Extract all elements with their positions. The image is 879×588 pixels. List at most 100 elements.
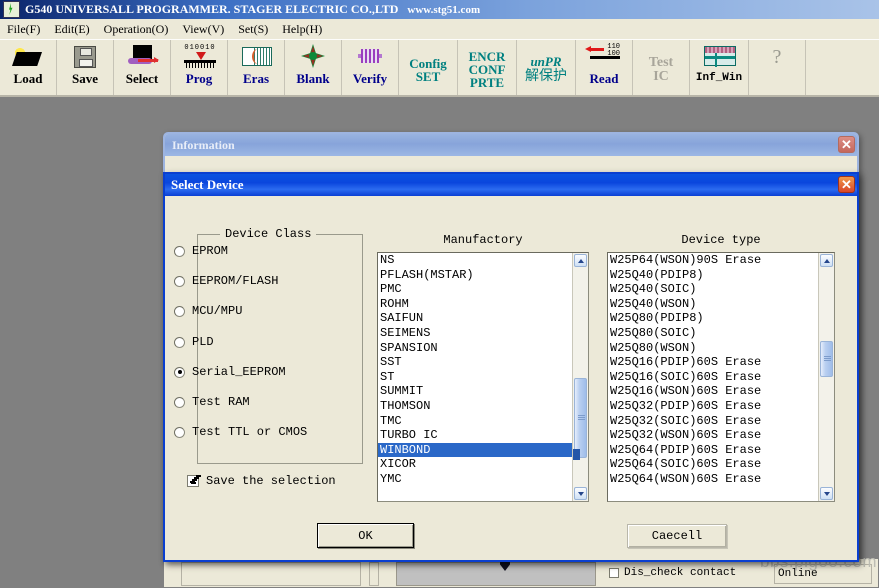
encr-line3: PRTE (469, 75, 505, 90)
radio-pld-indicator[interactable] (174, 336, 185, 348)
device-type-scrollbar[interactable] (818, 253, 834, 501)
radio-eeprom-flash[interactable]: EEPROM/FLASH (174, 274, 278, 288)
question-mark-icon: ? (772, 46, 782, 68)
information-dialog-titlebar[interactable]: Information ✕ (165, 134, 857, 156)
select-device-title: Select Device (171, 177, 244, 192)
menu-file[interactable]: File(F) (0, 21, 47, 38)
radio-test-ram-indicator[interactable] (174, 396, 185, 408)
chevron-up-icon[interactable] (820, 254, 833, 267)
list-item[interactable]: W25Q80(PDIP8) (608, 311, 819, 326)
radio-test-ram[interactable]: Test RAM (174, 395, 250, 409)
toolbar-verify-button[interactable]: Verify (342, 40, 399, 95)
radio-eeprom-flash-indicator[interactable] (174, 275, 185, 287)
list-item[interactable]: SEIMENS (378, 326, 573, 341)
manufactory-scrollbar[interactable] (572, 253, 588, 501)
radio-eprom-indicator[interactable] (174, 245, 185, 257)
dis-check-contact-box[interactable] (609, 568, 619, 578)
list-item[interactable]: SUMMIT (378, 384, 573, 399)
list-item[interactable]: TURBO IC (378, 428, 573, 443)
toolbar-blank-button[interactable]: Blank (285, 40, 342, 95)
list-item[interactable]: W25Q16(WSON)60S Erase (608, 384, 819, 399)
radio-test-ttl-cmos-indicator[interactable] (174, 426, 185, 438)
toolbar-save-button[interactable]: Save (57, 40, 114, 95)
menu-help[interactable]: Help(H) (275, 21, 329, 38)
toolbar-load-button[interactable]: Load (0, 40, 57, 95)
menu-edit[interactable]: Edit(E) (47, 21, 96, 38)
list-item[interactable]: W25Q32(SOIC)60S Erase (608, 414, 819, 429)
menu-operation[interactable]: Operation(O) (97, 21, 176, 38)
radio-mcu-mpu[interactable]: MCU/MPU (174, 304, 242, 318)
dis-check-contact-checkbox[interactable]: Dis_check contact (609, 567, 736, 579)
device-type-scroll-thumb[interactable] (820, 341, 833, 377)
cancel-button[interactable]: Caecell (627, 524, 727, 548)
list-item[interactable]: ST (378, 370, 573, 385)
list-item[interactable]: W25Q40(PDIP8) (608, 268, 819, 283)
list-item[interactable]: PMC (378, 282, 573, 297)
list-item[interactable]: SPANSION (378, 341, 573, 356)
information-close-icon[interactable]: ✕ (838, 136, 855, 153)
ok-button[interactable]: OK (317, 523, 414, 548)
list-item[interactable]: W25Q16(SOIC)60S Erase (608, 370, 819, 385)
list-item[interactable]: XICOR (378, 457, 573, 472)
list-item[interactable]: THOMSON (378, 399, 573, 414)
manufactory-items[interactable]: NS PFLASH(MSTAR) PMC ROHM SAIFUN SEIMENS… (378, 253, 573, 501)
menu-view[interactable]: View(V) (175, 21, 231, 38)
toolbar-read-label: Read (589, 71, 619, 86)
device-type-items[interactable]: W25P64(WSON)90S Erase W25Q40(PDIP8) W25Q… (608, 253, 819, 501)
progress-panel (396, 562, 596, 586)
select-device-close-icon[interactable]: ✕ (838, 176, 855, 193)
toolbar-select-button[interactable]: Select (114, 40, 171, 95)
list-item[interactable]: TMC (378, 414, 573, 429)
radio-serial-eeprom[interactable]: Serial_EEPROM (174, 365, 286, 379)
list-item[interactable]: SAIFUN (378, 311, 573, 326)
list-item[interactable]: W25Q64(SOIC)60S Erase (608, 457, 819, 472)
list-item[interactable]: NS (378, 253, 573, 268)
radio-test-ttl-cmos[interactable]: Test TTL or CMOS (174, 425, 307, 439)
select-device-titlebar[interactable]: Select Device ✕ (165, 174, 857, 196)
toolbar-prog-button[interactable]: 010010 Prog (171, 40, 228, 95)
list-item[interactable]: W25Q80(WSON) (608, 341, 819, 356)
device-type-listbox[interactable]: W25P64(WSON)90S Erase W25Q40(PDIP8) W25Q… (607, 252, 835, 502)
chevron-down-icon[interactable] (574, 487, 587, 500)
list-item[interactable]: W25Q40(WSON) (608, 297, 819, 312)
select-device-dialog: Select Device ✕ Device Class EPROM EEPRO… (163, 172, 859, 562)
toolbar-inf-win-button[interactable]: Inf_Win (690, 40, 749, 95)
list-item[interactable]: W25Q32(WSON)60S Erase (608, 428, 819, 443)
radio-eeprom-flash-label: EEPROM/FLASH (192, 274, 279, 288)
list-item[interactable]: W25Q40(SOIC) (608, 282, 819, 297)
list-item[interactable]: W25Q32(PDIP)60S Erase (608, 399, 819, 414)
list-item[interactable]: YMC (378, 472, 573, 487)
manufactory-header: Manufactory (443, 233, 523, 247)
toolbar-config-set-button[interactable]: Config SET (399, 40, 458, 95)
list-item[interactable]: ROHM (378, 297, 573, 312)
save-selection-checkbox[interactable]: Save the selection (187, 474, 336, 488)
manufactory-scroll-thumb[interactable] (574, 378, 587, 458)
list-item[interactable]: W25Q80(SOIC) (608, 326, 819, 341)
manufactory-listbox[interactable]: NS PFLASH(MSTAR) PMC ROHM SAIFUN SEIMENS… (377, 252, 589, 502)
radio-serial-eeprom-indicator[interactable] (174, 366, 185, 378)
list-item[interactable]: W25Q16(PDIP)60S Erase (608, 355, 819, 370)
list-item[interactable]: W25Q64(PDIP)60S Erase (608, 443, 819, 458)
toolbar-eras-button[interactable]: Eras (228, 40, 285, 95)
info-window-icon (699, 44, 739, 70)
chevron-up-icon[interactable] (574, 254, 587, 267)
toolbar-encr-conf-prte-button[interactable]: ENCR CONF PRTE (458, 40, 517, 95)
save-selection-box[interactable] (187, 475, 199, 487)
list-item[interactable]: SST (378, 355, 573, 370)
erase-icon (236, 44, 276, 70)
radio-mcu-mpu-indicator[interactable] (174, 305, 185, 317)
toolbar-help-button[interactable]: ? (749, 40, 806, 95)
toolbar-unpr-button[interactable]: unPR 解保护 (517, 40, 576, 95)
chevron-down-icon[interactable] (820, 487, 833, 500)
list-item[interactable]: W25Q64(WSON)60S Erase (608, 472, 819, 487)
toolbar-load-label: Load (13, 71, 43, 86)
list-item[interactable]: W25P64(WSON)90S Erase (608, 253, 819, 268)
radio-pld[interactable]: PLD (174, 335, 214, 349)
menu-set[interactable]: Set(S) (231, 21, 275, 38)
radio-eprom[interactable]: EPROM (174, 244, 228, 258)
toolbar-verify-label: Verify (352, 71, 388, 86)
toolbar-test-ic-button[interactable]: Test IC (633, 40, 690, 95)
toolbar-read-button[interactable]: 110 100 Read (576, 40, 633, 95)
list-item-selected[interactable]: WINBOND (378, 442, 573, 458)
list-item[interactable]: PFLASH(MSTAR) (378, 268, 573, 283)
